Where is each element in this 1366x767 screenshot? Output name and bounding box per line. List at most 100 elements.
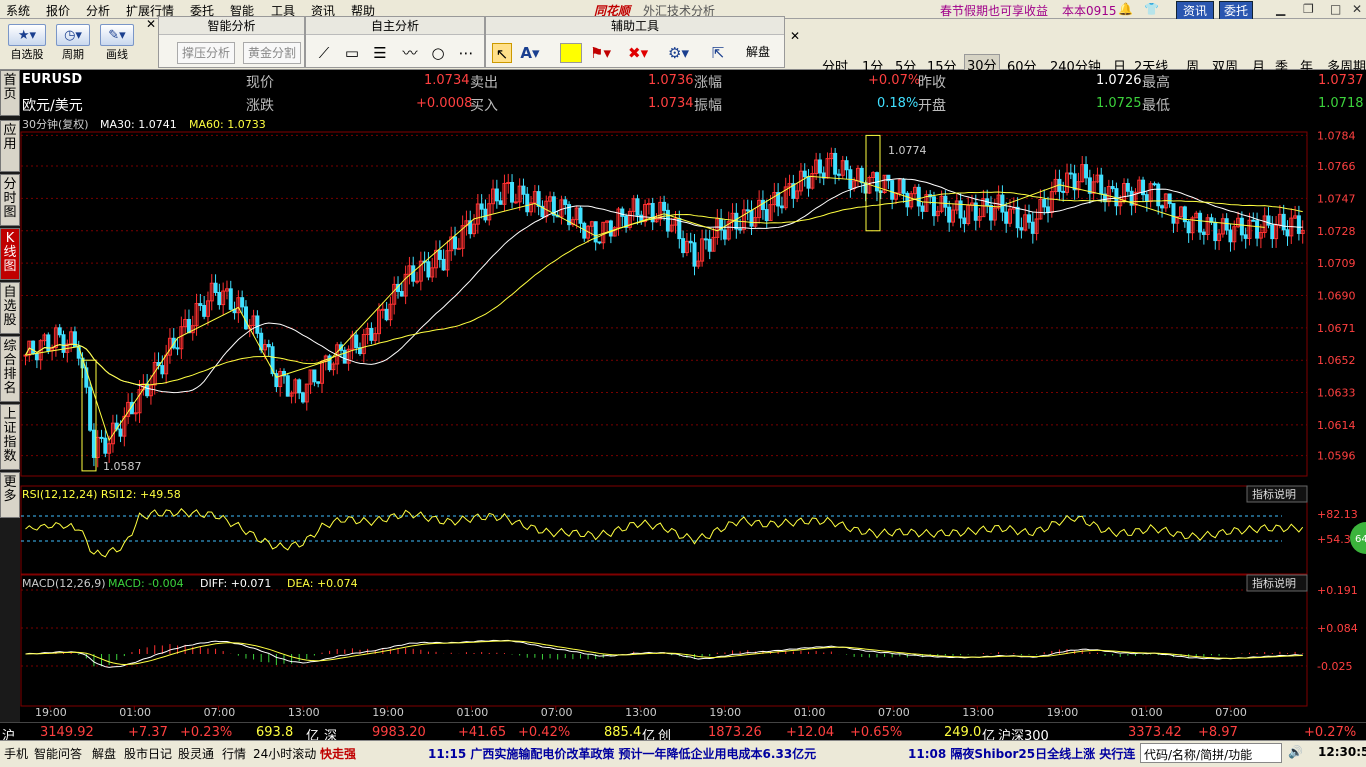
bottom-qa[interactable]: 智能问答	[34, 745, 82, 762]
rsi-indicator-help-label: 指标说明	[1252, 487, 1296, 501]
hs300-pct: +0.27%	[1304, 725, 1357, 740]
search-input[interactable]: 代码/名称/简拼/功能	[1140, 743, 1282, 763]
maximize-icon[interactable]: □	[1330, 2, 1341, 16]
tab-ranking[interactable]: 综合排名	[0, 336, 20, 402]
candle-body	[494, 188, 499, 202]
bottom-mobile[interactable]: 手机	[4, 745, 28, 762]
close-icon[interactable]: ✕	[1352, 2, 1362, 16]
minimize-icon[interactable]: ▁	[1276, 2, 1285, 16]
line-tool-icon[interactable]: ⟋	[314, 43, 334, 63]
tab-kline[interactable]: K线图	[0, 228, 20, 280]
support-resistance-button[interactable]: 撑压分析	[177, 42, 236, 64]
ellipse-tool-icon[interactable]: ○	[428, 43, 448, 63]
float-badge-label: 64	[1355, 534, 1366, 545]
golden-section-button[interactable]: 黄金分割	[243, 42, 302, 64]
cursor-icon[interactable]: ↖	[492, 43, 512, 63]
candle-body	[369, 327, 374, 341]
tab-more[interactable]: 更多	[0, 472, 20, 518]
smart-analysis-panel: 智能分析 撑压分析 黄金分割	[158, 16, 305, 68]
toolbar-close-icon[interactable]: ✕	[146, 17, 156, 31]
menu-system[interactable]: 系统	[6, 2, 30, 19]
rect-tool-icon[interactable]: ▭	[342, 43, 362, 63]
bottom-gulingtong[interactable]: 股灵通	[178, 745, 214, 762]
macd-label: MACD(12,26,9)	[22, 577, 106, 590]
time-tick-label: 19:00	[1047, 706, 1079, 719]
candle-body	[1228, 229, 1233, 243]
shirt-icon[interactable]: 👕	[1144, 2, 1159, 16]
time-tick-label: 01:00	[794, 706, 826, 719]
candle-body	[415, 280, 420, 283]
aux-tools-title: 辅助工具	[486, 17, 784, 35]
bottom-unlock[interactable]: 解盘	[92, 745, 116, 762]
tab-timeshare[interactable]: 分时图	[0, 174, 20, 226]
candle-body	[506, 181, 511, 184]
candle-body	[456, 247, 461, 250]
news-button[interactable]: 资讯	[1176, 1, 1215, 20]
watchlist-button[interactable]: ★▾ 自选股	[8, 24, 46, 62]
news-ticker-2[interactable]: 11:08 隔夜Shibor25日全线上涨 央行连	[908, 745, 1135, 762]
candle-body	[1270, 224, 1275, 240]
tab-home[interactable]: 首页	[0, 70, 20, 116]
candle-body	[662, 201, 667, 211]
marker-icon[interactable]: ⚑▾	[590, 43, 611, 63]
quote-header: EURUSD 欧元/美元 现价 1.0734 卖出 1.0736 涨幅 +0.0…	[20, 70, 1366, 116]
period-button[interactable]: ◷▾ 周期	[56, 24, 90, 62]
draw-button[interactable]: ✎▾ 画线	[100, 24, 134, 62]
bottom-market[interactable]: 行情	[222, 745, 246, 762]
pencil-icon: ✎▾	[100, 24, 134, 46]
candle-body	[354, 334, 359, 349]
candle-body	[88, 386, 93, 431]
kline-chart[interactable]: 1.0784 1.0766 1.0747 1.0728 1.0709 1.0690 1.06…	[20, 116, 1366, 722]
more-tools-icon[interactable]: ⋯	[456, 43, 476, 63]
candle-body	[1285, 229, 1290, 237]
restore-icon[interactable]: ❐	[1303, 2, 1314, 16]
trade-button[interactable]: 委托	[1219, 1, 1254, 20]
color-picker-icon[interactable]	[560, 43, 582, 63]
cy-change: +12.04	[786, 725, 835, 740]
tab-shindex[interactable]: 上证指数	[0, 404, 20, 470]
candle-body	[597, 241, 602, 244]
settings-icon[interactable]: ⚙▾	[668, 43, 689, 63]
flash-label: 快走强	[320, 747, 357, 761]
value-buy: 1.0734	[648, 96, 694, 111]
promo-link[interactable]: 春节假期也可享收益	[940, 2, 1048, 19]
bell-icon[interactable]: 🔔	[1118, 2, 1133, 16]
wave-tool-icon[interactable]: 〰	[400, 43, 420, 63]
menu-analysis[interactable]: 分析	[86, 2, 110, 19]
candle-body	[905, 192, 910, 208]
panel-close-icon[interactable]: ✕	[790, 29, 800, 43]
bottom-diary[interactable]: 股市日记	[124, 745, 172, 762]
candle-body	[635, 198, 640, 216]
price-tick-label: 1.0671	[1317, 322, 1356, 335]
label-open: 开盘	[918, 98, 946, 114]
candle-body	[947, 206, 952, 223]
candle-body	[1046, 206, 1051, 213]
bottom-24h[interactable]: 24小时滚动	[253, 745, 316, 762]
candle-body	[316, 381, 321, 384]
draw-label: 画线	[106, 48, 128, 61]
label-prev-close: 昨收	[918, 75, 946, 91]
fib-tool-icon[interactable]: ☰	[370, 43, 390, 63]
candle-body	[760, 199, 765, 211]
cy-index: 1873.26	[708, 725, 762, 740]
tab-watchlist[interactable]: 自选股	[0, 282, 20, 334]
sound-icon[interactable]: 🔊	[1288, 745, 1303, 759]
clock-time: 12:30:56	[1318, 745, 1366, 759]
candle-body	[198, 303, 203, 306]
candle-body	[437, 249, 442, 260]
candle-body	[1171, 203, 1176, 224]
candle-body	[1243, 234, 1248, 239]
delete-icon[interactable]: ✖▾	[628, 43, 648, 63]
unlock-button[interactable]: 解盘	[742, 42, 774, 64]
text-tool-icon[interactable]: A▾	[520, 43, 540, 63]
time-tick-label: 19:00	[709, 706, 741, 719]
news-ticker-1[interactable]: 11:15 广西实施输配电价改革政策 预计一年降低企业用电成本6.33亿元	[428, 745, 816, 762]
candle-body	[1296, 215, 1301, 234]
candle-body	[890, 180, 895, 200]
menu-quote[interactable]: 报价	[46, 2, 70, 19]
macd-tick-label: -0.025	[1317, 660, 1352, 673]
export-icon[interactable]: ⇱	[708, 43, 728, 63]
candle-body	[160, 365, 165, 375]
candle-body	[1239, 217, 1244, 236]
tab-apps[interactable]: 应用	[0, 120, 20, 172]
